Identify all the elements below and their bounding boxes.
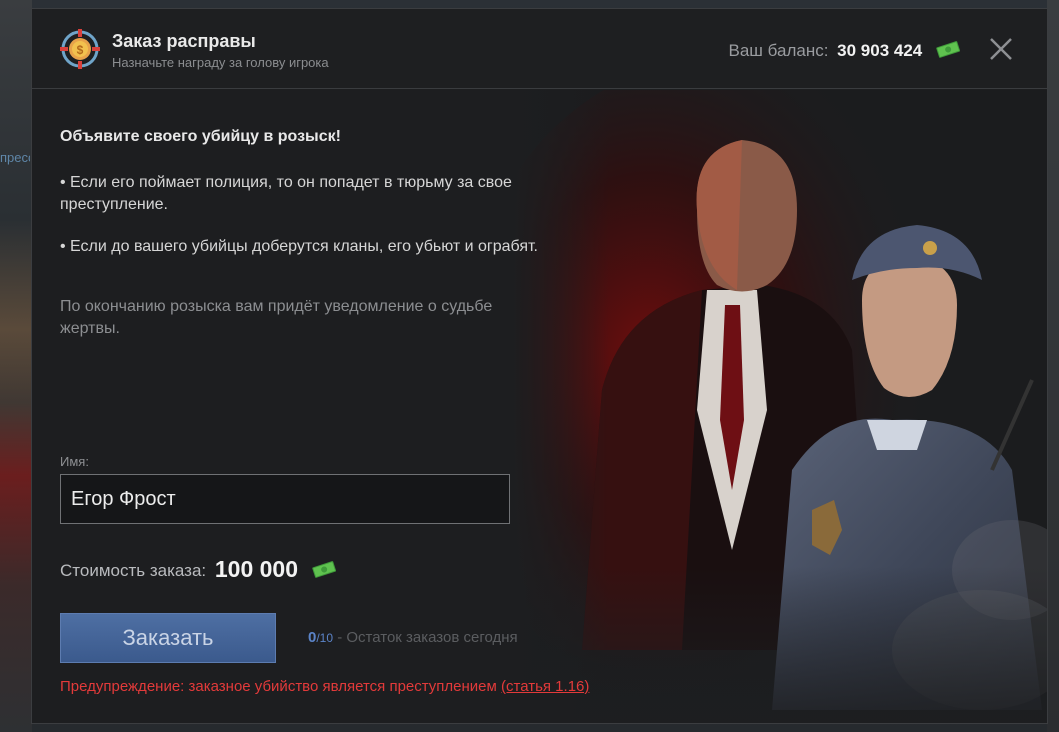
orders-total: /10 <box>316 631 334 645</box>
orders-remaining-text: - Остаток заказов сегодня <box>333 629 518 646</box>
target-coin-icon: $ <box>60 29 100 69</box>
game-world-background-right <box>1047 0 1059 732</box>
cash-icon <box>935 39 961 64</box>
background-text: пресс <box>0 150 30 165</box>
close-icon[interactable] <box>989 37 1013 61</box>
headline: Объявите своего убийцу в розыск! <box>60 128 341 145</box>
info-bullet-police: • Если его поймает полиция, то он попаде… <box>60 174 512 213</box>
hit-order-dialog: $ Заказ расправы Назначьте награду за го… <box>31 8 1048 724</box>
dialog-header: $ Заказ расправы Назначьте награду за го… <box>32 9 1047 89</box>
game-world-background <box>0 0 32 732</box>
hitman-and-police-artwork <box>512 90 1047 723</box>
balance-display: Ваш баланс: 30 903 424 <box>728 39 961 64</box>
warning-text: Предупреждение: заказное убийство являет… <box>60 678 501 695</box>
legal-warning: Предупреждение: заказное убийство являет… <box>60 678 589 695</box>
order-cost: Стоимость заказа: 100 000 <box>60 556 337 584</box>
name-label: Имя: <box>60 454 89 469</box>
name-input[interactable] <box>60 474 510 524</box>
notification-note: По окончанию розыска вам придёт уведомле… <box>60 298 493 337</box>
article-link[interactable]: (статья 1.16) <box>501 678 589 695</box>
cost-label: Стоимость заказа: <box>60 561 207 580</box>
orders-remaining: 0/10 - Остаток заказов сегодня <box>308 629 518 646</box>
info-bullet-clans: • Если до вашего убийцы доберутся кланы,… <box>60 238 538 255</box>
cash-icon <box>311 559 337 584</box>
dialog-content: Объявите своего убийцу в розыск! • Если … <box>60 90 589 710</box>
dialog-title: Заказ расправы <box>112 31 256 51</box>
dialog-subtitle: Назначьте награду за голову игрока <box>112 55 329 70</box>
order-button[interactable]: Заказать <box>60 613 276 663</box>
balance-value: 30 903 424 <box>837 40 923 60</box>
svg-text:$: $ <box>77 43 84 57</box>
balance-label: Ваш баланс: <box>728 40 829 60</box>
cost-value: 100 000 <box>214 556 299 582</box>
